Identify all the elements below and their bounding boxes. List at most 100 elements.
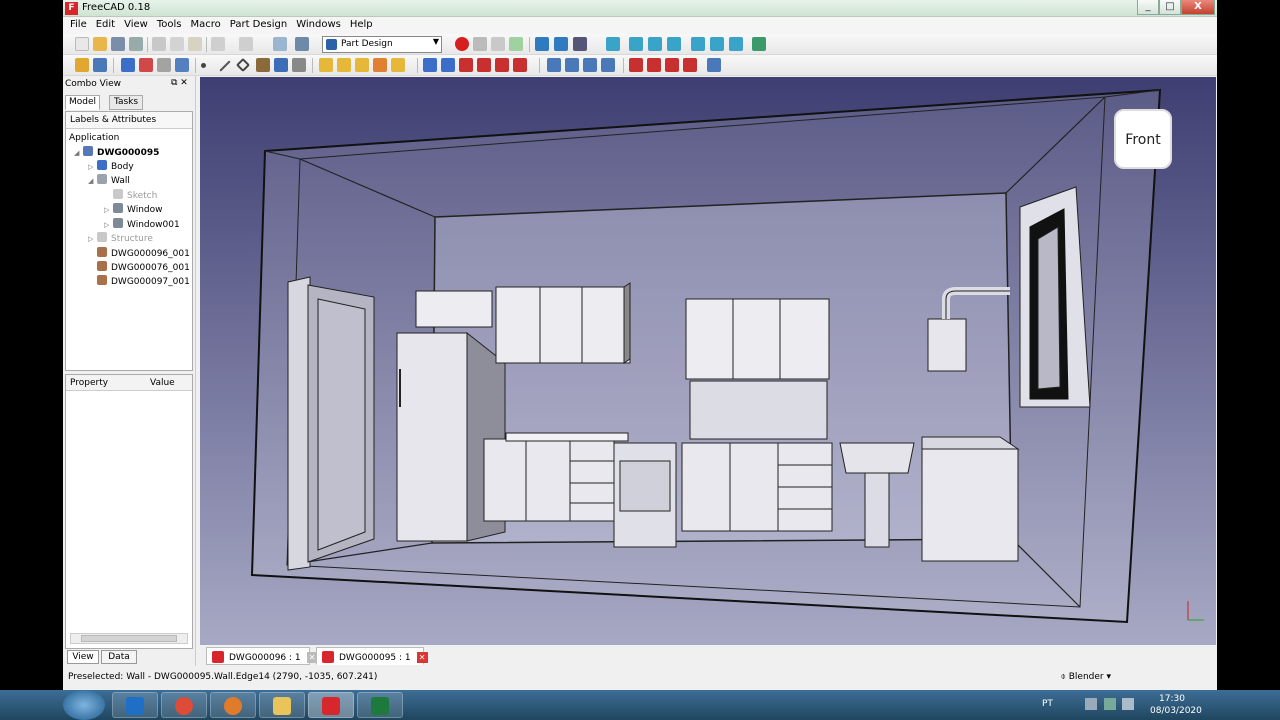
tree-item-body[interactable]: ▷ Body xyxy=(88,160,134,173)
subtractive-loft-icon[interactable] xyxy=(477,58,491,72)
horizontal-scrollbar[interactable] xyxy=(70,633,188,644)
whats-this-icon[interactable] xyxy=(295,37,309,51)
create-part-icon[interactable] xyxy=(75,58,89,72)
network-icon[interactable] xyxy=(1085,698,1097,710)
boolean-icon[interactable] xyxy=(707,58,721,72)
tree-item-wall[interactable]: ◢ Wall xyxy=(88,174,130,187)
expand-arrow-icon[interactable]: ◢ xyxy=(88,175,97,188)
taskbar-chrome[interactable] xyxy=(161,692,207,718)
copy-icon[interactable] xyxy=(170,37,184,51)
multitransform-icon[interactable] xyxy=(601,58,615,72)
menu-view[interactable]: View xyxy=(121,17,154,34)
fit-selection-icon[interactable] xyxy=(554,37,568,51)
datum-plane-icon[interactable] xyxy=(235,57,251,73)
navigation-style-selector[interactable]: ⌽ Blender ▾ xyxy=(1060,672,1111,682)
volume-icon[interactable] xyxy=(1122,698,1134,710)
collapse-arrow-icon[interactable]: ▷ xyxy=(104,204,113,217)
menu-file[interactable]: File xyxy=(67,17,93,34)
language-indicator[interactable]: PT xyxy=(1042,699,1053,709)
menu-help[interactable]: Help xyxy=(347,17,379,34)
polar-pattern-icon[interactable] xyxy=(583,58,597,72)
mirrored-icon[interactable] xyxy=(547,58,561,72)
expand-arrow-icon[interactable]: ◢ xyxy=(74,147,83,160)
doc-tab-dwg000095[interactable]: DWG000095 : 1 ✕ xyxy=(316,647,428,665)
menu-edit[interactable]: Edit xyxy=(93,17,121,34)
undo-icon[interactable] xyxy=(211,37,225,51)
pocket-icon[interactable] xyxy=(423,58,437,72)
right-view-icon[interactable] xyxy=(667,37,681,51)
tree-item-dwg000076-001[interactable]: DWG000076_001 xyxy=(97,261,190,274)
front-view-icon[interactable] xyxy=(629,37,643,51)
isometric-view-icon[interactable] xyxy=(606,37,620,51)
linear-pattern-icon[interactable] xyxy=(565,58,579,72)
tree-item-structure[interactable]: ▷ Structure xyxy=(88,232,153,245)
minimize-button[interactable]: _ xyxy=(1137,0,1159,15)
groove-icon[interactable] xyxy=(459,58,473,72)
left-view-icon[interactable] xyxy=(729,37,743,51)
taskbar-explorer[interactable] xyxy=(259,692,305,718)
collapse-arrow-icon[interactable]: ▷ xyxy=(104,219,113,232)
hole-icon[interactable] xyxy=(441,58,455,72)
taskbar-excel[interactable] xyxy=(357,692,403,718)
save-icon[interactable] xyxy=(111,37,125,51)
taskbar-app-orange[interactable] xyxy=(210,692,256,718)
menu-macro[interactable]: Macro xyxy=(187,17,226,34)
3d-viewport[interactable]: Front xyxy=(200,77,1216,645)
paste-icon[interactable] xyxy=(188,37,202,51)
pad-icon[interactable] xyxy=(319,58,333,72)
subtractive-pipe-icon[interactable] xyxy=(495,58,509,72)
doc-tab-dwg000096[interactable]: DWG000096 : 1 ✕ xyxy=(206,647,318,665)
subtractive-primitive-icon[interactable] xyxy=(513,58,527,72)
maximize-button[interactable]: □ xyxy=(1159,0,1181,15)
draw-style-icon[interactable] xyxy=(573,37,587,51)
redo-icon[interactable] xyxy=(239,37,253,51)
tree-item-window001[interactable]: ▷ Window001 xyxy=(104,218,180,231)
title-bar[interactable]: F FreeCAD 0.18 _ □ X xyxy=(63,0,1217,17)
rear-view-icon[interactable] xyxy=(691,37,705,51)
top-view-icon[interactable] xyxy=(648,37,662,51)
menu-windows[interactable]: Windows xyxy=(293,17,347,34)
print-icon[interactable] xyxy=(129,37,143,51)
menu-tools[interactable]: Tools xyxy=(154,17,188,34)
tree-item-window[interactable]: ▷ Window xyxy=(104,203,163,216)
dock-float-icon[interactable]: ⧉ ✕ xyxy=(171,78,188,88)
new-document-icon[interactable] xyxy=(75,37,89,51)
tree-item-dwg000095[interactable]: ◢ DWG000095 xyxy=(74,146,159,159)
close-tab-icon[interactable]: ✕ xyxy=(416,652,428,663)
additive-loft-icon[interactable] xyxy=(355,58,369,72)
thickness-icon[interactable] xyxy=(683,58,697,72)
tree-item-sketch[interactable]: Sketch xyxy=(104,189,157,202)
tab-tasks[interactable]: Tasks xyxy=(109,95,143,110)
record-macro-icon[interactable] xyxy=(455,37,469,51)
map-sketch-icon[interactable] xyxy=(175,58,189,72)
local-cs-icon[interactable] xyxy=(256,58,270,72)
revolution-icon[interactable] xyxy=(337,58,351,72)
workbench-selector[interactable]: Part Design ▼ xyxy=(322,36,442,53)
tree-item-dwg000096-001[interactable]: DWG000096_001 xyxy=(97,247,190,260)
navigation-cube[interactable]: Front xyxy=(1114,109,1172,169)
cut-icon[interactable] xyxy=(152,37,166,51)
tree-item-dwg000097-001[interactable]: DWG000097_001 xyxy=(97,275,190,288)
flag-icon[interactable] xyxy=(1104,698,1116,710)
refresh-icon[interactable] xyxy=(273,37,287,51)
tab-view[interactable]: View xyxy=(67,650,99,664)
scrollbar-thumb[interactable] xyxy=(81,635,177,642)
create-body-icon[interactable] xyxy=(121,58,135,72)
shape-binder-icon[interactable] xyxy=(274,58,288,72)
fit-all-icon[interactable] xyxy=(535,37,549,51)
draft-icon[interactable] xyxy=(665,58,679,72)
stop-macro-icon[interactable] xyxy=(473,37,487,51)
macros-icon[interactable] xyxy=(491,37,505,51)
collapse-arrow-icon[interactable]: ▷ xyxy=(88,233,97,246)
create-sketch-icon[interactable] xyxy=(139,58,153,72)
clone-icon[interactable] xyxy=(292,58,306,72)
validate-sketch-icon[interactable] xyxy=(157,58,171,72)
open-folder-icon[interactable] xyxy=(93,37,107,51)
taskbar-freecad[interactable] xyxy=(308,692,354,718)
measure-distance-icon[interactable] xyxy=(752,37,766,51)
tab-model[interactable]: Model xyxy=(65,95,100,110)
datum-point-icon[interactable] xyxy=(201,63,206,68)
bottom-view-icon[interactable] xyxy=(710,37,724,51)
datum-line-icon[interactable] xyxy=(219,60,231,72)
create-group-icon[interactable] xyxy=(93,58,107,72)
